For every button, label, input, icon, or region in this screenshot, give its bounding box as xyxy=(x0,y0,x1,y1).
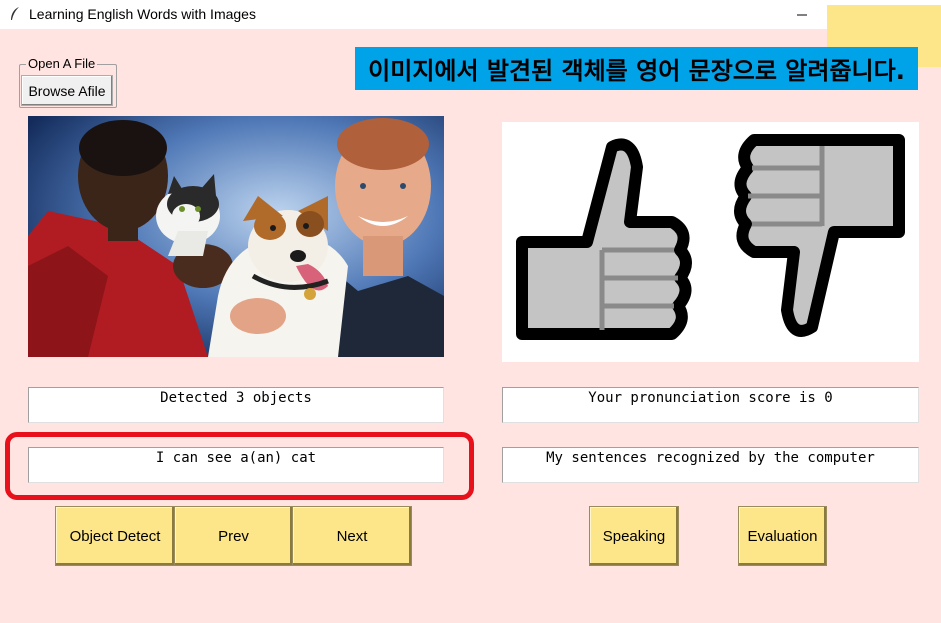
feather-icon xyxy=(11,7,19,20)
evaluation-button[interactable]: Evaluation xyxy=(738,506,827,566)
recognized-sentence-field[interactable]: My sentences recognized by the computer xyxy=(502,447,919,483)
detected-photo xyxy=(28,116,444,357)
people-with-pets-photo xyxy=(28,116,444,357)
thumbs-up-down-icon xyxy=(516,134,905,340)
title-bar: Learning English Words with Images xyxy=(0,0,941,29)
next-button[interactable]: Next xyxy=(292,506,412,566)
minimize-icon xyxy=(797,14,807,15)
minimize-button[interactable] xyxy=(779,0,825,29)
open-file-legend: Open A File xyxy=(26,56,98,71)
thumbs-image xyxy=(502,122,919,362)
pronunciation-score-field[interactable]: Your pronunciation score is 0 xyxy=(502,387,919,423)
highlight-annotation xyxy=(5,432,474,500)
speaking-button[interactable]: Speaking xyxy=(589,506,679,566)
main-window: Open A File Browse Afile 이미지에서 발견된 객체를 영… xyxy=(0,5,941,623)
info-banner: 이미지에서 발견된 객체를 영어 문장으로 알려줍니다. xyxy=(355,47,918,90)
window-title: Learning English Words with Images xyxy=(29,6,256,22)
browse-file-button[interactable]: Browse Afile xyxy=(21,75,113,106)
detected-count-field[interactable]: Detected 3 objects xyxy=(28,387,444,423)
object-detect-button[interactable]: Object Detect xyxy=(55,506,175,566)
prev-button[interactable]: Prev xyxy=(174,506,293,566)
